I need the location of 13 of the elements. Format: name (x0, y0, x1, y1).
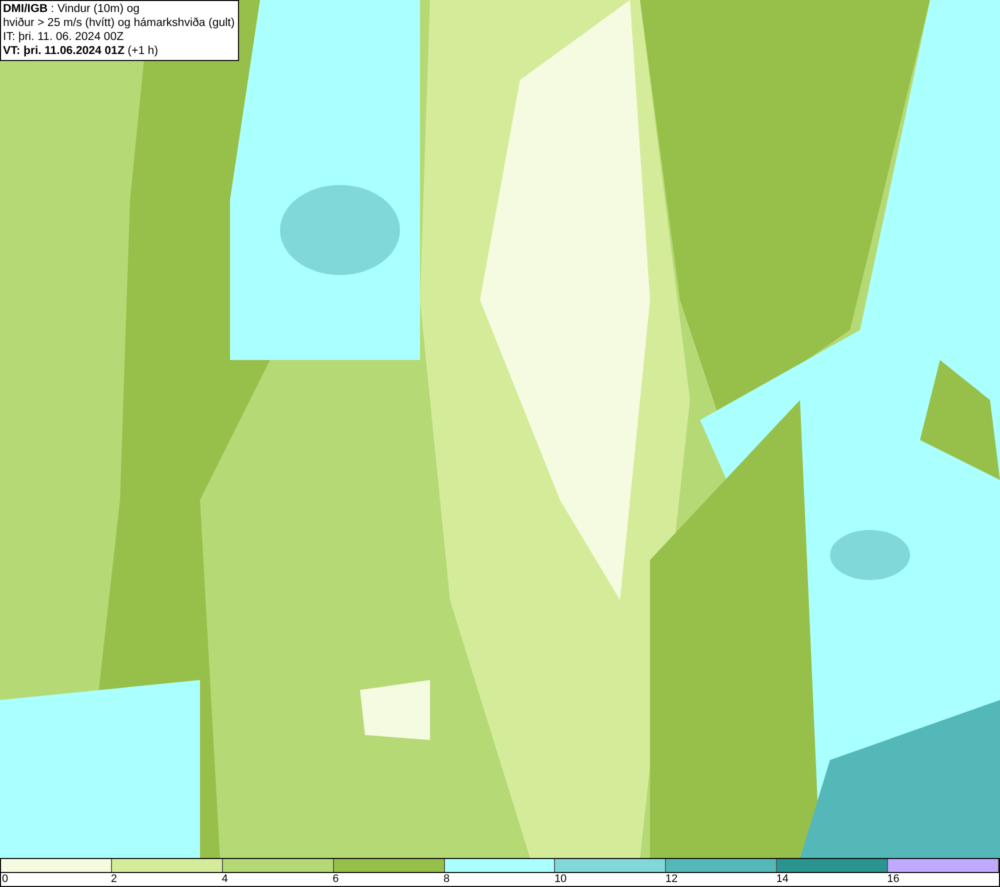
legend-label: 2 (110, 873, 117, 886)
legend-label: 6 (332, 873, 339, 886)
legend-label: 12 (665, 873, 678, 886)
legend-label: 14 (776, 873, 788, 886)
header-text: hviður > 25 m/s (hvítt) og hámarkshviða (gult) (3, 16, 235, 30)
legend-label: 8 (444, 873, 450, 886)
legend-label: 4 (222, 873, 228, 886)
header-text: DMI/IGB : Vindur (10m) og (3, 2, 141, 16)
legend-label: 16 (887, 873, 900, 886)
legend-label: 10 (554, 873, 567, 886)
header-text: IT: þri. 11. 06. 2024 00Z (3, 30, 125, 44)
header-text: VT: þri. 11.06.2024 01Z (+1 h) (3, 44, 160, 58)
legend-label: 0 (2, 873, 8, 886)
